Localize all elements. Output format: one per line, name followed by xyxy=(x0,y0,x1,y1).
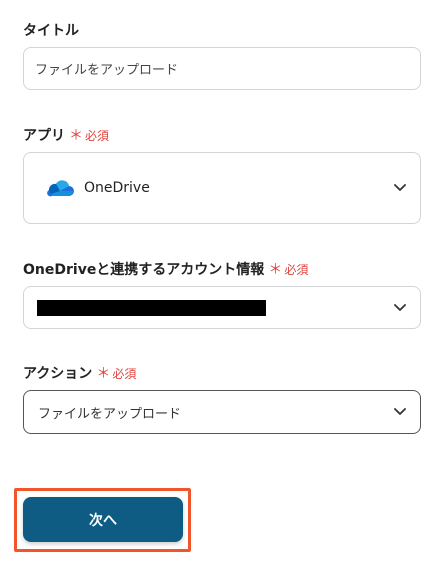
next-button[interactable]: 次へ xyxy=(23,497,183,542)
chevron-down-icon xyxy=(393,181,407,195)
title-input-value: ファイルをアップロード xyxy=(35,63,179,78)
title-input[interactable]: ファイルをアップロード xyxy=(23,47,421,90)
required-indicator: ＊必須 xyxy=(69,128,110,144)
title-label: タイトル xyxy=(23,23,79,39)
app-select-value: OneDrive xyxy=(84,180,150,196)
action-select-value: ファイルをアップロード xyxy=(38,406,182,422)
required-indicator: ＊必須 xyxy=(96,366,137,382)
action-select[interactable]: ファイルをアップロード xyxy=(23,390,421,434)
onedrive-cloud-icon xyxy=(45,179,74,197)
app-select[interactable]: OneDrive xyxy=(23,152,421,224)
app-label: アプリ ＊必須 xyxy=(23,125,109,145)
chevron-down-icon xyxy=(393,301,407,315)
account-label: OneDriveと連携するアカウント情報 ＊必須 xyxy=(23,259,308,279)
required-indicator: ＊必須 xyxy=(268,262,309,278)
chevron-down-icon xyxy=(393,405,407,419)
account-select[interactable] xyxy=(23,286,421,329)
action-label: アクション ＊必須 xyxy=(23,363,136,383)
redacted-account-value xyxy=(37,299,266,316)
